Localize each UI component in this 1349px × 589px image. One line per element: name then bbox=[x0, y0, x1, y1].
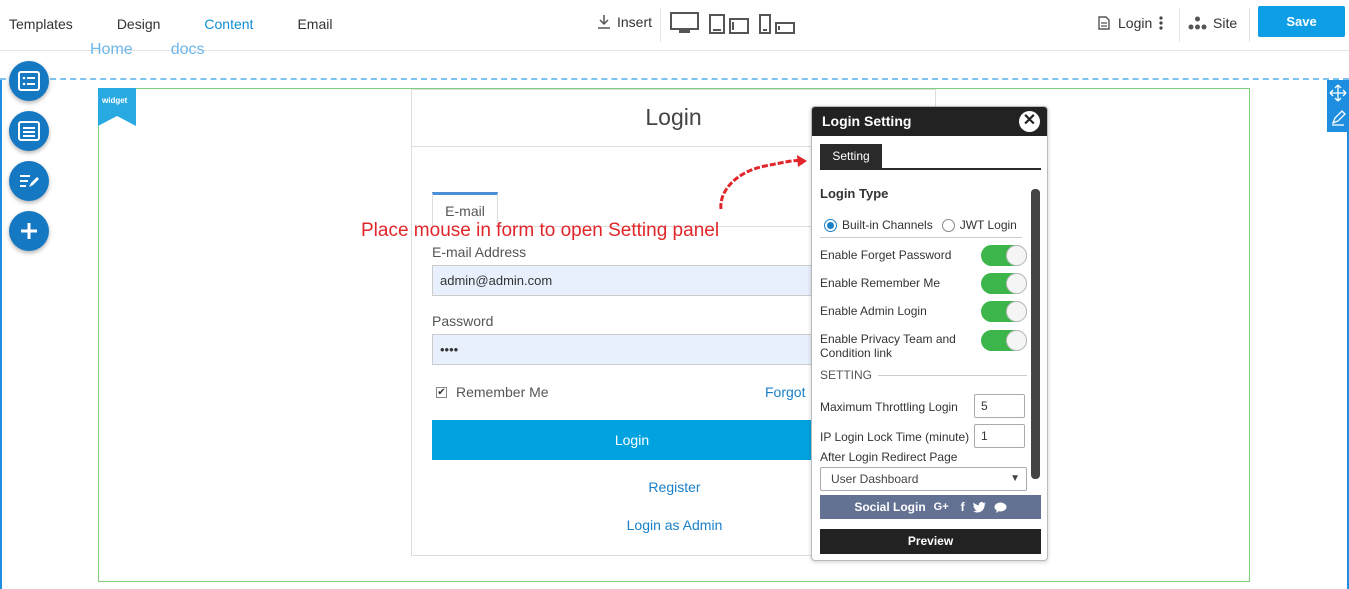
radio-jwt[interactable] bbox=[941, 218, 955, 232]
list-icon bbox=[18, 71, 40, 91]
preview-button[interactable]: Preview bbox=[820, 529, 1041, 554]
edit-content-button[interactable] bbox=[9, 161, 49, 201]
google-plus-icon: G+ bbox=[933, 501, 949, 513]
toggle-admin-login[interactable] bbox=[981, 301, 1027, 322]
tablet-portrait-icon[interactable] bbox=[709, 14, 725, 34]
divider bbox=[660, 8, 661, 42]
sitemap-icon bbox=[1188, 16, 1207, 30]
email-label: E-mail Address bbox=[432, 244, 527, 260]
save-button[interactable]: Save bbox=[1258, 6, 1345, 37]
plus-icon bbox=[21, 223, 37, 239]
toggle-label: Enable Admin Login bbox=[820, 304, 927, 318]
toggle-label: Enable Remember Me bbox=[820, 276, 941, 290]
login-type-heading: Login Type bbox=[820, 186, 889, 201]
panel-header: Login Setting ✕ bbox=[812, 107, 1047, 136]
phone-portrait-icon[interactable] bbox=[759, 14, 771, 34]
toggle-row-admin-login: Enable Admin Login bbox=[820, 301, 1027, 322]
remember-checkbox[interactable]: ✔ bbox=[436, 386, 447, 398]
tab-design[interactable]: Design bbox=[117, 16, 161, 32]
toggle-row-privacy-link: Enable Privacy Team and Condition link bbox=[820, 330, 1027, 360]
password-label: Password bbox=[432, 313, 494, 329]
device-switcher bbox=[670, 12, 795, 34]
radio-built-in-label: Built-in Channels bbox=[842, 218, 933, 232]
top-nav: Templates Design Content Email bbox=[9, 16, 376, 32]
panel-scrollbar[interactable] bbox=[1031, 189, 1040, 479]
login-button[interactable]: Login bbox=[432, 420, 832, 460]
section-tools bbox=[1327, 80, 1349, 132]
login-page-label: Login bbox=[1118, 15, 1153, 31]
email-field[interactable]: admin@admin.com bbox=[432, 265, 832, 296]
download-icon bbox=[598, 15, 610, 29]
redirect-value: User Dashboard bbox=[831, 472, 919, 486]
move-icon[interactable] bbox=[1327, 82, 1349, 104]
tab-email[interactable]: Email bbox=[297, 16, 332, 32]
tablet-landscape-icon[interactable] bbox=[729, 18, 749, 34]
desktop-icon[interactable] bbox=[670, 12, 699, 34]
toggle-row-remember-me: Enable Remember Me bbox=[820, 273, 1027, 294]
edit-lines-icon bbox=[20, 175, 39, 187]
widget-badge: widget bbox=[98, 88, 136, 126]
site-menu[interactable]: Site bbox=[1188, 15, 1237, 31]
twitter-icon bbox=[972, 501, 986, 512]
section-button[interactable] bbox=[9, 111, 49, 151]
page-icon bbox=[1098, 16, 1110, 30]
toggle-label: Enable Forget Password bbox=[820, 248, 952, 262]
widget-badge-label: widget bbox=[102, 96, 128, 105]
tab-content[interactable]: Content bbox=[204, 16, 253, 32]
close-icon: ✕ bbox=[1022, 112, 1037, 129]
remember-label: Remember Me bbox=[456, 384, 549, 400]
redirect-row: After Login Redirect Page bbox=[820, 450, 1027, 464]
max-throttling-label: Maximum Throttling Login bbox=[820, 400, 958, 414]
page-nav-links: Home docs bbox=[90, 40, 204, 54]
radio-built-in[interactable] bbox=[824, 218, 837, 232]
setting-subheading: SETTING bbox=[820, 368, 1027, 382]
insert-label: Insert bbox=[617, 14, 653, 30]
tab-templates[interactable]: Templates bbox=[9, 16, 73, 32]
annotation-text: Place mouse in form to open Setting pane… bbox=[361, 220, 720, 241]
edit-icon[interactable] bbox=[1327, 107, 1349, 129]
layout-list-button[interactable] bbox=[9, 61, 49, 101]
panel-title: Login Setting bbox=[822, 113, 912, 129]
tab-setting[interactable]: Setting bbox=[820, 144, 882, 169]
setting-subheading-label: SETTING bbox=[820, 368, 873, 382]
tab-rule bbox=[820, 168, 1041, 170]
lock-time-label: IP Login Lock Time (minute) bbox=[820, 430, 970, 444]
insert-button[interactable]: Insert bbox=[596, 14, 652, 30]
forgot-link[interactable]: Forgot bbox=[765, 384, 805, 400]
close-button[interactable]: ✕ bbox=[1019, 111, 1040, 132]
login-setting-panel: Login Setting ✕ Setting Login Type Built… bbox=[811, 106, 1048, 561]
add-widget-button[interactable] bbox=[9, 211, 49, 251]
toggle-label: Enable Privacy Team and Condition link bbox=[820, 332, 956, 360]
annotation-arrow bbox=[719, 155, 807, 210]
nav-link-docs[interactable]: docs bbox=[171, 40, 205, 54]
lock-time-input[interactable]: 1 bbox=[974, 424, 1025, 448]
facebook-icon: f bbox=[960, 500, 965, 514]
toggle-forget-password[interactable] bbox=[981, 245, 1027, 266]
chat-bubble-icon bbox=[994, 502, 1007, 513]
more-vertical-icon[interactable] bbox=[1158, 16, 1164, 30]
max-throttling-input[interactable]: 5 bbox=[974, 394, 1025, 418]
social-login-label: Social Login bbox=[854, 500, 926, 514]
nav-link-home[interactable]: Home bbox=[90, 40, 133, 54]
login-type-options: Built-in Channels JWT Login bbox=[824, 218, 1017, 232]
redirect-label: After Login Redirect Page bbox=[820, 450, 958, 464]
divider bbox=[1249, 8, 1250, 42]
toggle-row-forget-password: Enable Forget Password bbox=[820, 245, 1027, 266]
section-icon bbox=[18, 121, 40, 141]
login-page-menu[interactable]: Login bbox=[1098, 15, 1164, 31]
password-field[interactable]: •••• bbox=[432, 334, 832, 365]
divider bbox=[1179, 8, 1180, 42]
remember-me: ✔ Remember Me bbox=[436, 384, 549, 400]
redirect-select[interactable]: User Dashboard ▼ bbox=[820, 467, 1027, 491]
social-login-button[interactable]: Social Login G+ f bbox=[820, 495, 1041, 519]
site-label: Site bbox=[1213, 15, 1238, 31]
phone-landscape-icon[interactable] bbox=[775, 22, 795, 34]
toggle-privacy-link[interactable] bbox=[981, 330, 1027, 351]
radio-jwt-label: JWT Login bbox=[959, 218, 1017, 232]
divider bbox=[820, 237, 1022, 238]
toggle-remember-me[interactable] bbox=[981, 273, 1027, 294]
chevron-down-icon: ▼ bbox=[1010, 473, 1020, 484]
